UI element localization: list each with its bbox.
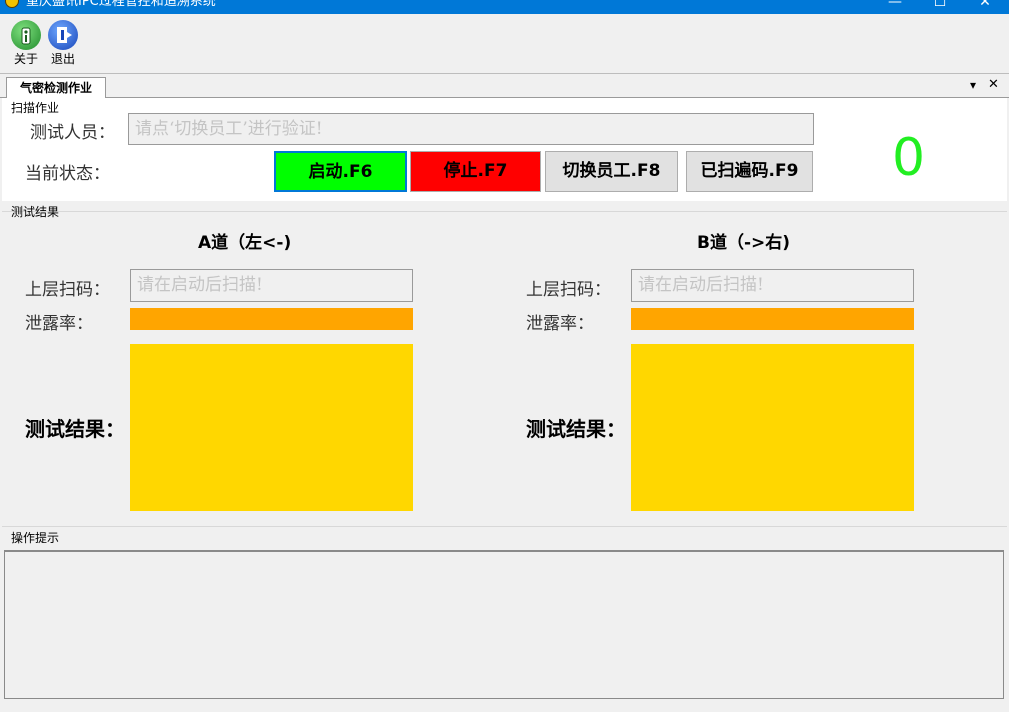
exit-label: 退出	[50, 52, 75, 66]
lane-b-header: B道（->右)	[697, 233, 791, 253]
switch-employee-button[interactable]: 切换员工.F8	[545, 151, 678, 192]
about-button[interactable]: 关于	[8, 20, 44, 76]
status-label: 当前状态：	[25, 164, 110, 184]
tab-close-icon[interactable]: ✕	[988, 77, 999, 92]
close-window-button[interactable]: ✕	[962, 0, 1008, 14]
tester-label: 测试人员：	[30, 123, 115, 143]
scan-counter: 0	[892, 128, 926, 188]
lane-a-result-label: 测试结果：	[25, 417, 125, 441]
exit-door-icon	[48, 20, 78, 50]
about-label: 关于	[13, 52, 38, 66]
results-divider	[2, 211, 1007, 212]
start-button[interactable]: 启动.F6	[274, 151, 407, 192]
tab-dropdown-icon[interactable]: ▾	[970, 78, 976, 92]
lane-a-header: A道（左<-)	[198, 233, 292, 253]
lane-a-scan-label: 上层扫码：	[25, 280, 110, 300]
scan-group-title: 扫描作业	[11, 101, 60, 115]
lane-a-leak-label: 泄露率：	[25, 314, 93, 334]
minimize-button[interactable]: —	[872, 0, 918, 14]
title-bar: 重庆盛讯IPC过程管控和追溯系统 — ☐ ✕	[0, 0, 1009, 14]
lane-b-leak-label: 泄露率：	[526, 314, 594, 334]
maximize-button[interactable]: ☐	[917, 0, 963, 14]
lane-a-result-box	[130, 344, 413, 511]
operation-hints-textarea[interactable]	[4, 550, 1004, 699]
tab-airtightness-test[interactable]: 气密检测作业	[6, 77, 106, 99]
lane-a-scan-input[interactable]: 请在启动后扫描!	[130, 269, 413, 302]
app-icon	[5, 0, 19, 8]
stop-button[interactable]: 停止.F7	[410, 151, 541, 192]
exit-button[interactable]: 退出	[45, 20, 81, 76]
window-title: 重庆盛讯IPC过程管控和追溯系统	[26, 0, 216, 9]
lane-b-scan-label: 上层扫码：	[526, 280, 611, 300]
lane-b-leak-rate-bar	[631, 308, 914, 330]
scanned-codes-button[interactable]: 已扫遍码.F9	[686, 151, 813, 192]
hints-divider	[2, 526, 1007, 527]
lane-b-result-box	[631, 344, 914, 511]
status-bar	[0, 704, 1009, 712]
hints-group-title: 操作提示	[11, 531, 60, 545]
lane-b-result-label: 测试结果：	[526, 417, 626, 441]
lane-b-scan-input[interactable]: 请在启动后扫描!	[631, 269, 914, 302]
lane-a-leak-rate-bar	[130, 308, 413, 330]
document-tab-bar: 气密检测作业 ▾ ✕	[0, 74, 1009, 99]
tester-input[interactable]: 请点‘切换员工’进行验证!	[128, 113, 814, 145]
results-group-title: 测试结果	[11, 205, 60, 219]
toolbar: 关于 退出	[0, 14, 1009, 74]
info-icon	[11, 20, 41, 50]
